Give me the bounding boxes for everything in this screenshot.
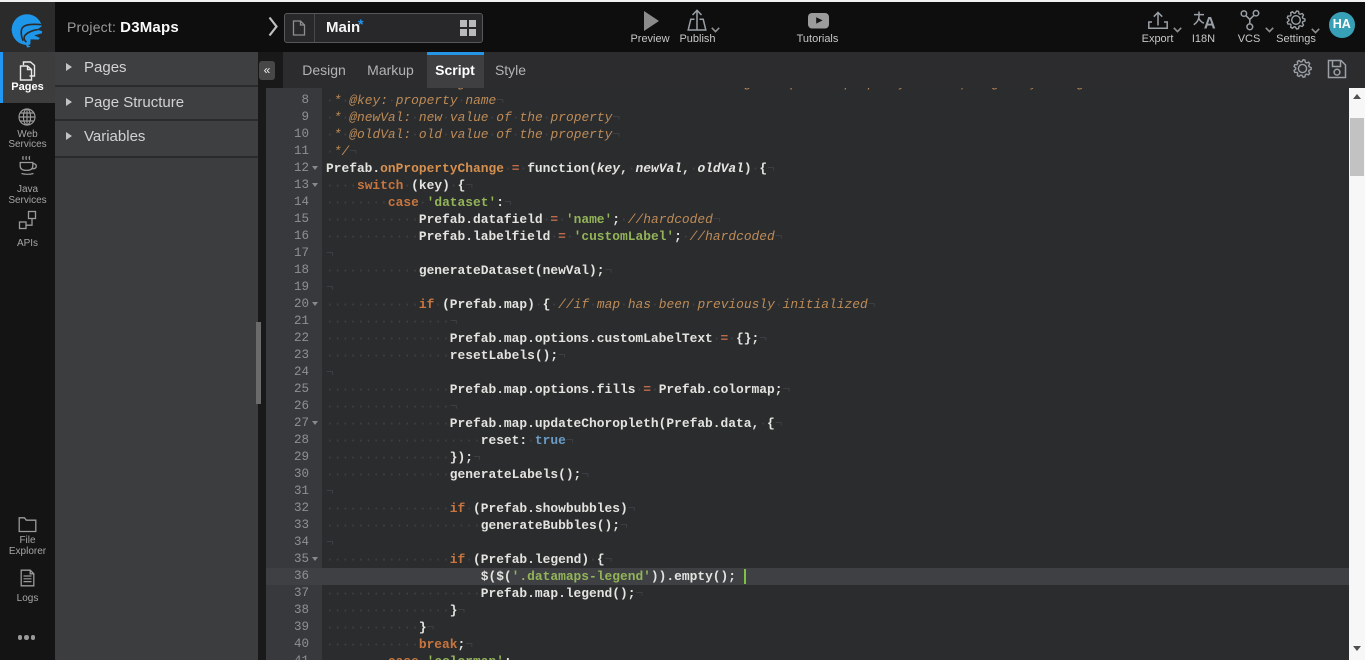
svg-text:A: A — [1204, 15, 1216, 30]
